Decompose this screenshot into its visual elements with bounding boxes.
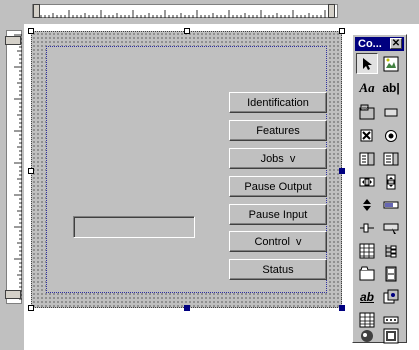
slider-tool[interactable] — [356, 217, 378, 238]
resize-handle-bottom-left[interactable] — [28, 305, 34, 311]
horizontal-ruler — [32, 4, 338, 18]
slider-icon — [360, 223, 374, 232]
grid-tool[interactable] — [356, 240, 378, 261]
listbox-tool[interactable] — [380, 148, 402, 169]
progressbar-tool[interactable] — [380, 194, 402, 215]
option-button-tool[interactable] — [380, 125, 402, 146]
vscrollbar-tool[interactable] — [380, 171, 402, 192]
tabstrip-icon — [359, 266, 375, 280]
pause-input-button-label: Pause Input — [248, 208, 308, 221]
animation-tool[interactable] — [356, 325, 378, 346]
resize-handle-right[interactable] — [339, 168, 345, 174]
toolbox-window: Co... ✕ Aa ab| xyz ab — [352, 34, 407, 343]
pointer-tool[interactable] — [356, 53, 378, 74]
progressbar-icon — [383, 201, 399, 208]
image-icon — [383, 56, 399, 71]
ruler-left-marker[interactable] — [33, 4, 40, 18]
pause-input-button[interactable]: Pause Input — [229, 204, 327, 225]
imagelist-tool[interactable] — [380, 286, 402, 307]
hscrollbar-tool[interactable] — [356, 171, 378, 192]
command-button-icon — [384, 108, 398, 116]
treeview-icon — [385, 244, 397, 257]
identification-button-label: Identification — [247, 96, 309, 109]
richtext-tool[interactable]: ab — [356, 286, 378, 307]
status-button[interactable]: Status — [229, 259, 327, 280]
features-button[interactable]: Features — [229, 120, 327, 141]
status-button-label: Status — [262, 263, 294, 276]
image-tool[interactable] — [380, 53, 402, 74]
close-icon[interactable]: ✕ — [390, 38, 402, 49]
resize-handle-left[interactable] — [28, 168, 34, 174]
picture-tool[interactable] — [380, 325, 402, 346]
option-button-icon — [385, 129, 397, 142]
resize-handle-top-right[interactable] — [339, 28, 345, 34]
spinbutton-icon — [363, 198, 371, 211]
vertical-ruler — [6, 30, 22, 304]
filmstrip-icon — [385, 266, 397, 281]
resize-handle-bottom-right[interactable] — [339, 305, 345, 311]
picture-icon — [383, 328, 399, 343]
checkbox-icon — [360, 129, 373, 141]
grid-icon — [359, 243, 375, 258]
label-icon: Aa — [359, 79, 375, 95]
combobox-icon — [359, 152, 375, 165]
treeview-tool[interactable] — [380, 240, 402, 261]
listbox-icon — [383, 152, 399, 165]
imagelist-icon — [383, 289, 399, 303]
svg-text:xyz: xyz — [362, 105, 368, 110]
resize-handle-bottom[interactable] — [184, 305, 190, 311]
label-tool[interactable]: Aa — [356, 77, 378, 98]
jobs-button[interactable]: Jobs v — [229, 148, 327, 169]
richtext-icon: ab — [359, 289, 374, 304]
textbox-icon: ab| — [382, 80, 400, 95]
textbox-tool[interactable]: ab| — [380, 77, 402, 98]
ruler-right-marker[interactable] — [328, 4, 335, 18]
animation-icon — [361, 329, 373, 342]
vscrollbar-icon — [386, 174, 396, 189]
filmstrip-tool[interactable] — [380, 263, 402, 284]
control-button[interactable]: Control v — [229, 231, 327, 252]
jobs-button-label: Jobs v — [260, 152, 296, 165]
hscrollbar-icon — [359, 177, 375, 186]
combobox-tool[interactable] — [356, 148, 378, 169]
features-button-label: Features — [256, 124, 300, 137]
pause-output-button[interactable]: Pause Output — [229, 176, 327, 197]
form-textbox[interactable] — [73, 216, 195, 238]
toolbox-titlebar[interactable]: Co... ✕ — [355, 37, 404, 51]
pointer-icon — [363, 57, 372, 70]
resize-handle-top[interactable] — [184, 28, 190, 34]
pause-output-button-label: Pause Output — [244, 180, 312, 193]
ruler-top-marker[interactable] — [5, 36, 21, 45]
tabstrip-tool[interactable] — [356, 263, 378, 284]
toolbar-tool[interactable] — [380, 217, 402, 238]
frame-icon: xyz — [359, 104, 375, 119]
command-button-tool[interactable] — [380, 101, 402, 122]
checkbox-tool[interactable] — [356, 125, 378, 146]
frame-tool[interactable]: xyz — [356, 101, 378, 122]
control-button-label: Control v — [254, 235, 302, 248]
identification-button[interactable]: Identification — [229, 92, 327, 113]
resize-handle-top-left[interactable] — [28, 28, 34, 34]
toolbox-title: Co... — [358, 38, 382, 50]
ruler-bottom-marker[interactable] — [5, 290, 21, 299]
form-body[interactable] — [46, 46, 327, 293]
spinbutton-tool[interactable] — [356, 194, 378, 215]
toolbar-icon — [383, 223, 399, 234]
